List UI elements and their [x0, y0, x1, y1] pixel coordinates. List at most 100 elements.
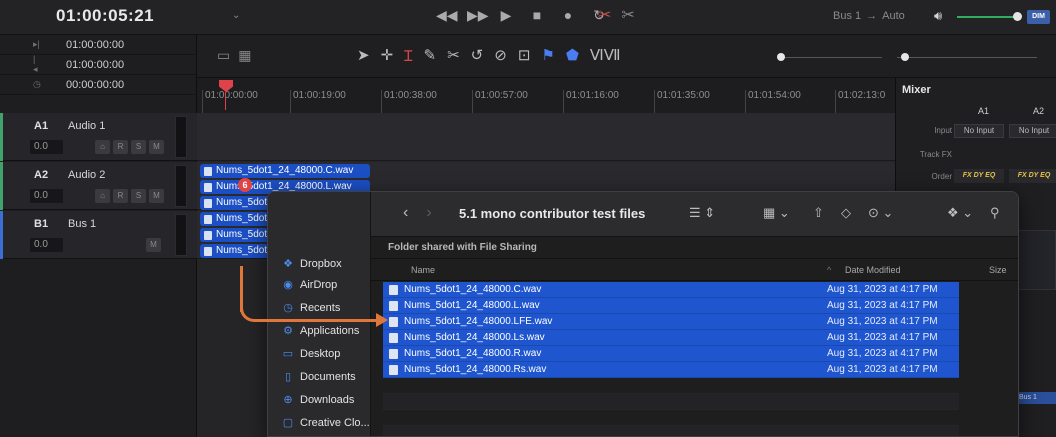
record-arm-button[interactable]: R [113, 140, 128, 154]
dim-button[interactable]: DIM [1027, 10, 1050, 24]
file-row[interactable]: Nums_5dot1_24_48000.L.wav Aug 31, 2023 at… [383, 298, 959, 314]
finder-window-title: 5.1 mono contributor test files [459, 206, 646, 221]
snapping-icon[interactable]: ↺ [471, 46, 484, 66]
link-icon[interactable]: ⊘ [494, 46, 507, 66]
file-row[interactable]: Nums_5dot1_24_48000.Rs.wav Aug 31, 2023 a… [383, 362, 959, 378]
file-name: Nums_5dot1_24_48000.LFE.wav [404, 316, 553, 327]
solo-button[interactable]: S [131, 140, 146, 154]
track-header-a2[interactable]: A2 Audio 2 0.0 ⌂ R S M [0, 162, 197, 210]
mute-button[interactable]: M [146, 238, 161, 252]
record-icon[interactable]: ● [560, 7, 576, 24]
mixer-order-a2[interactable]: FX DY EQ [1009, 169, 1056, 183]
file-date: Aug 31, 2023 at 4:17 PM [827, 332, 938, 343]
mixer-column-a2: A2 [1033, 106, 1045, 116]
sort-chevron-icon[interactable]: ^ [827, 265, 831, 275]
pointer-tool-icon[interactable]: ➤ [357, 46, 370, 66]
lock-icon[interactable]: ⌂ [95, 189, 110, 203]
sidebar-item-creative-cloud[interactable]: ▢ Creative Clo... [282, 416, 370, 430]
range-tool-icon[interactable]: ✛ [381, 46, 394, 66]
ruler-tick-label: 01:01:54:00 [745, 90, 801, 114]
bus-arrow-icon: → [866, 10, 878, 22]
eq-graph[interactable] [1016, 230, 1056, 290]
audio-file-icon [389, 316, 398, 327]
vertical-zoom-knob[interactable] [777, 53, 785, 61]
grid-view-icon[interactable]: ▦ [238, 47, 251, 64]
mute-button[interactable]: M [149, 189, 164, 203]
rewind-icon[interactable]: ◀◀ [436, 7, 458, 24]
mute-button[interactable]: M [149, 140, 164, 154]
column-date-modified[interactable]: Date Modified [845, 265, 901, 275]
forward-icon[interactable]: › [426, 204, 431, 222]
lock-icon[interactable]: ⌂ [95, 140, 110, 154]
mixer-order-a1[interactable]: FX DY EQ [954, 169, 1004, 183]
track-name[interactable]: Audio 1 [68, 120, 105, 132]
bus-label: Bus 1 [833, 10, 862, 22]
column-size[interactable]: Size [989, 265, 1007, 275]
dropbox-menu-icon[interactable]: ❖ ⌄ [947, 205, 973, 221]
list-view-icon[interactable]: ☰ ⇕ [689, 205, 715, 221]
share-icon[interactable]: ⇧ [813, 205, 824, 221]
volume-slider-knob[interactable] [1013, 12, 1022, 21]
mixer-input-a2[interactable]: No Input [1009, 124, 1056, 138]
track-gain[interactable]: 0.0 [30, 238, 63, 252]
marker-icon[interactable]: ⬟ [566, 46, 579, 66]
sidebar-item-dropbox[interactable]: ❖ Dropbox [282, 257, 342, 271]
waveform-icon[interactable]: ⊡ [518, 46, 531, 66]
track-name[interactable]: Audio 2 [68, 169, 105, 181]
auto-label: Auto [882, 10, 905, 22]
horizontal-zoom-slider[interactable] [897, 53, 1037, 61]
file-row[interactable]: Nums_5dot1_24_48000.LFE.wav Aug 31, 2023 … [383, 314, 959, 330]
timecode-chevron-icon[interactable]: ⌄ [232, 10, 240, 21]
track-header-a1[interactable]: A1 Audio 1 0.0 ⌂ R S M [0, 113, 197, 161]
sidebar-item-desktop[interactable]: ▭ Desktop [282, 347, 341, 361]
tag-icon[interactable]: ◇ [841, 205, 851, 221]
sidebar-item-documents[interactable]: ▯ Documents [282, 370, 356, 384]
horizontal-zoom-knob[interactable] [901, 53, 909, 61]
search-icon[interactable]: ⚲ [990, 205, 1000, 221]
track-name[interactable]: Bus 1 [68, 218, 96, 230]
snip-icon[interactable]: ✂ [621, 5, 634, 25]
empty-row [383, 410, 959, 426]
file-row[interactable]: Nums_5dot1_24_48000.R.wav Aug 31, 2023 at… [383, 346, 959, 362]
solo-button[interactable]: S [131, 189, 146, 203]
track-gain[interactable]: 0.0 [30, 189, 63, 203]
flag-icon[interactable]: ⚑ [541, 46, 554, 66]
folder-icon: ▢ [282, 417, 294, 429]
sidebar-item-downloads[interactable]: ⊕ Downloads [282, 393, 354, 407]
timeline-view-icon[interactable]: ▭ [217, 47, 230, 64]
sidebar-item-recents[interactable]: ◷ Recents [282, 301, 340, 315]
file-date: Aug 31, 2023 at 4:17 PM [827, 316, 938, 327]
more-actions-icon[interactable]: ⊙ ⌄ [868, 205, 893, 221]
track-header-b1[interactable]: B1 Bus 1 0.0 M [0, 211, 197, 259]
mixer-bus-chip[interactable]: Bus 1 [1016, 392, 1056, 404]
mixer-input-a1[interactable]: No Input [954, 124, 1004, 138]
audio-file-icon [389, 284, 398, 295]
trim-tool-icon[interactable]: Ɪ [404, 46, 412, 66]
vertical-zoom-slider[interactable] [777, 53, 882, 61]
sidebar-item-applications[interactable]: ⚙ Applications [282, 324, 359, 338]
cut-scissors-icon[interactable]: ✂ [598, 5, 611, 25]
file-row[interactable]: Nums_5dot1_24_48000.Ls.wav Aug 31, 2023 a… [383, 330, 959, 346]
track-header-panel: ▸| 01:00:00:00 |◂ 01:00:00:00 ◷ 00:00:00… [0, 35, 197, 437]
bus-output-info[interactable]: Bus 1 → Auto [833, 10, 905, 22]
timeline-ruler[interactable]: 01:00:00:00 01:00:19:00 01:00:38:00 01:0… [197, 78, 895, 114]
file-row[interactable]: Nums_5dot1_24_48000.C.wav Aug 31, 2023 at… [383, 282, 959, 298]
track-gain[interactable]: 0.0 [30, 140, 63, 154]
play-icon[interactable]: ▶ [498, 7, 514, 24]
speaker-icon[interactable]: 🔊︎ [934, 8, 942, 24]
mark-out-icon: |◂ [33, 54, 38, 74]
group-icon[interactable]: ▦ ⌄ [763, 205, 790, 221]
volume-slider[interactable] [957, 16, 1019, 18]
file-name: Nums_5dot1_24_48000.R.wav [404, 348, 542, 359]
stop-icon[interactable]: ■ [529, 7, 545, 24]
sidebar-item-airdrop[interactable]: ◉ AirDrop [282, 278, 337, 292]
column-name[interactable]: Name [411, 265, 435, 275]
back-icon[interactable]: ‹ [403, 204, 408, 222]
fast-forward-icon[interactable]: ▶▶ [467, 7, 489, 24]
razor-tool-icon[interactable]: ✂ [447, 46, 460, 66]
record-arm-button[interactable]: R [113, 189, 128, 203]
timeline-track-a1[interactable] [197, 113, 895, 161]
pencil-tool-icon[interactable]: ✎ [424, 46, 437, 66]
recents-icon: ◷ [283, 302, 293, 314]
audio-scroll-icon[interactable]: ⅥⅦ [590, 46, 621, 66]
